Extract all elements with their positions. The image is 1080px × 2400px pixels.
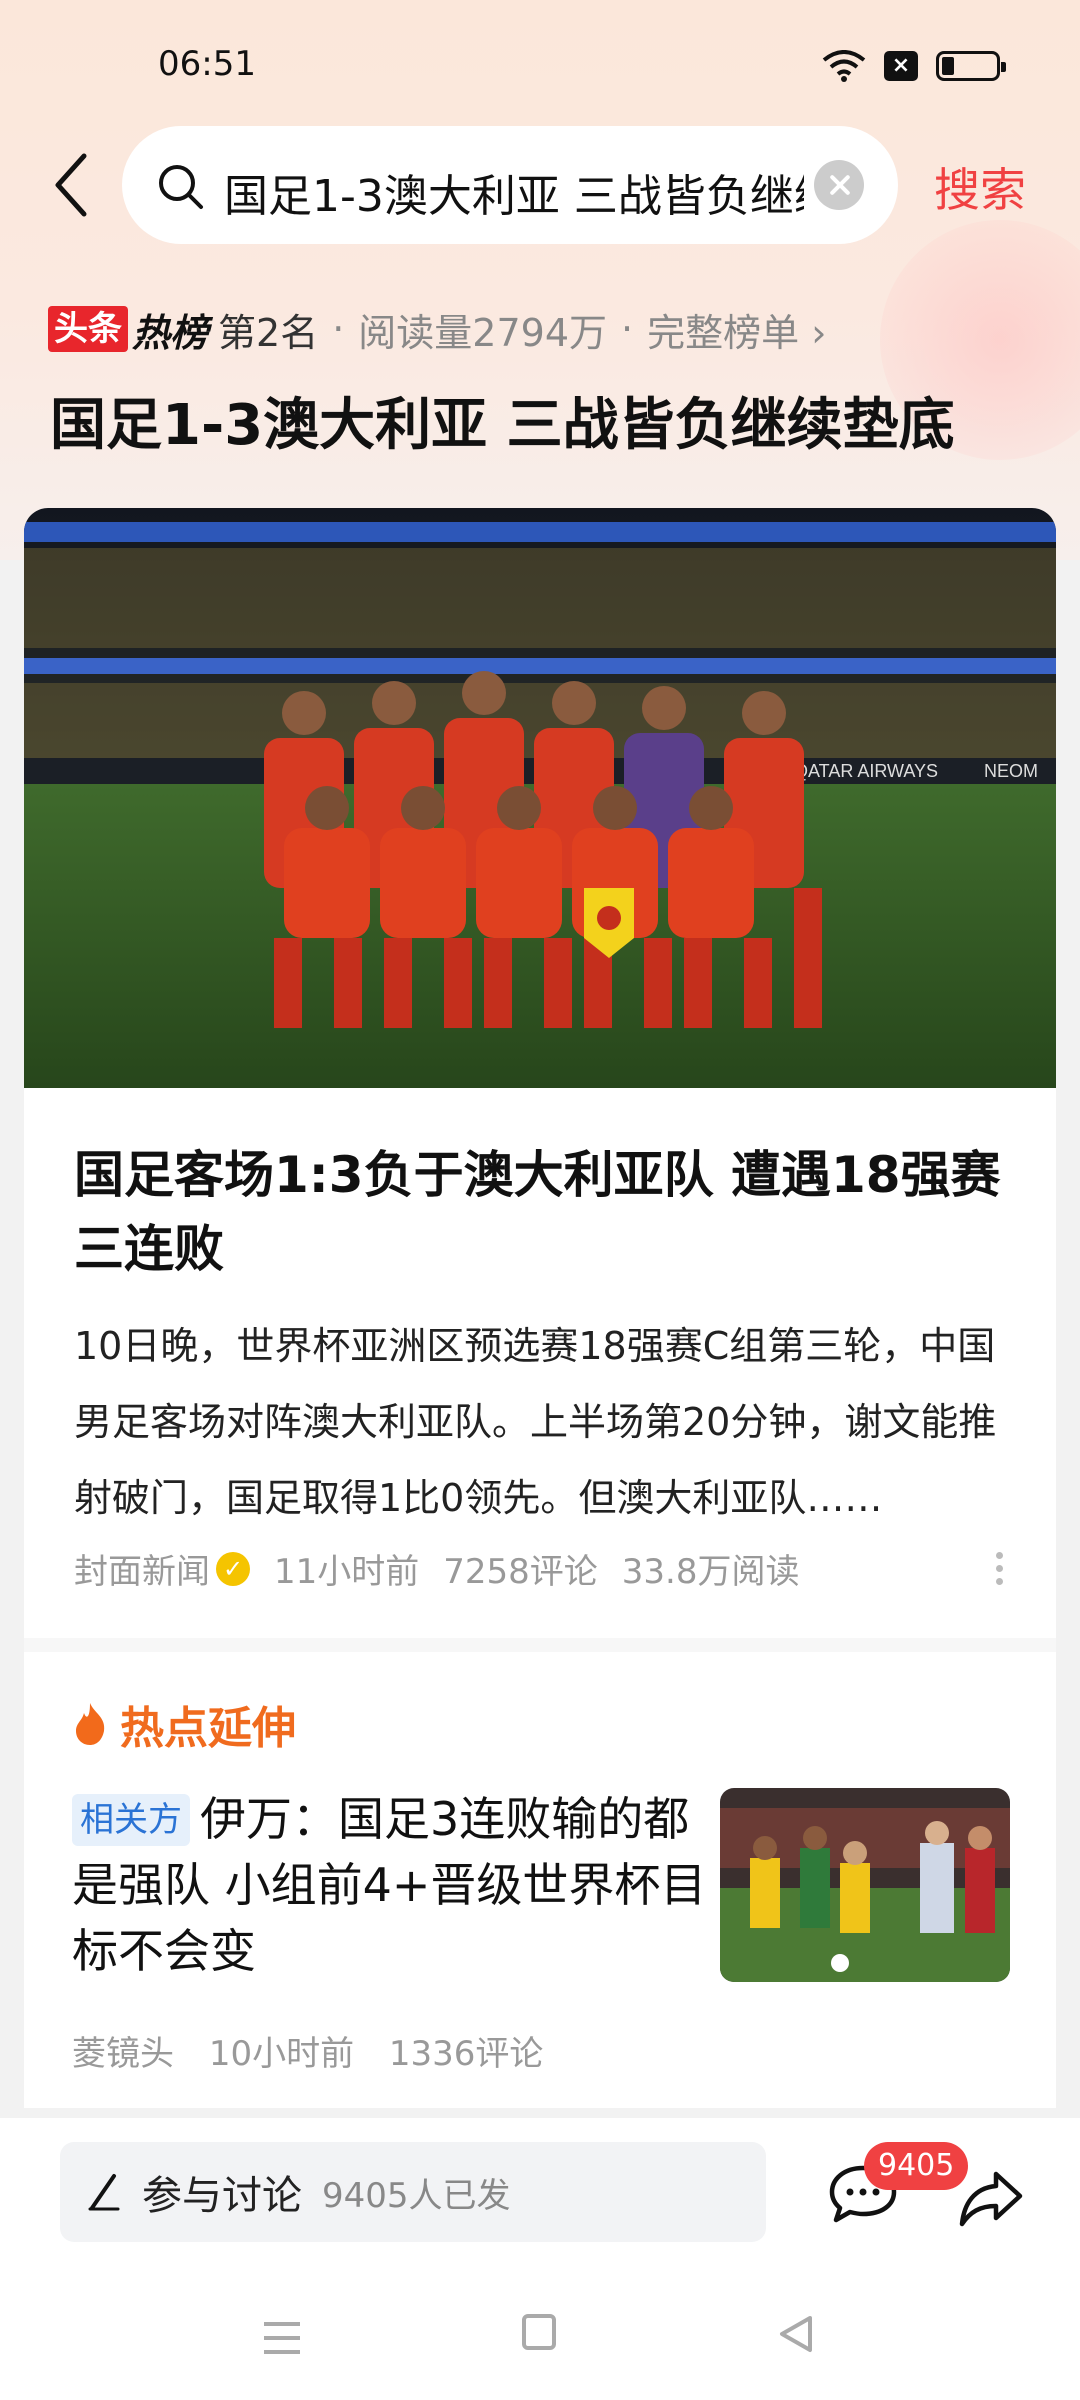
sim-off-icon: × <box>884 51 918 81</box>
hot-rank-row[interactable]: 头条 热榜 第2名 · 阅读量2794万 · 完整榜单 › <box>48 300 826 358</box>
team-photo[interactable]: QATAR AIRWAYS NEOM <box>24 508 1056 1088</box>
related-source[interactable]: 菱镜头 <box>72 2034 174 2074</box>
clear-search-icon[interactable] <box>814 160 864 210</box>
verified-icon: ✓ <box>216 1551 250 1586</box>
article-meta: 封面新闻 ✓ 11小时前 7258评论 33.8万阅读 <box>74 1544 824 1593</box>
separator-dot: · <box>332 307 345 351</box>
full-list-link[interactable]: 完整榜单 › <box>647 302 826 357</box>
article-time: 11小时前 <box>274 1552 420 1592</box>
menu-icon[interactable] <box>262 2320 302 2356</box>
search-query-text[interactable]: 国足1-3澳大利亚 三战皆负继续垫底 <box>224 160 804 224</box>
home-icon[interactable] <box>522 2314 556 2350</box>
related-article-meta: 菱镜头 10小时前 1336评论 <box>72 2026 567 2075</box>
wifi-icon <box>822 50 866 82</box>
comment-count-badge: 9405 <box>864 2142 969 2190</box>
system-navigation-bar <box>0 2200 1080 2400</box>
article-title[interactable]: 国足客场1:3负于澳大利亚队 遭遇18强赛三连败 <box>74 1138 1014 1286</box>
hot-extension-label: 热点延伸 <box>120 1703 296 1754</box>
flame-icon <box>76 1703 105 1745</box>
battery-icon <box>936 51 1006 81</box>
search-button[interactable]: 搜索 <box>934 154 1026 220</box>
search-icon <box>159 165 203 209</box>
section-divider <box>24 1638 1056 1652</box>
hot-extension-heading: 热点延伸 <box>72 1692 296 1756</box>
back-arrow-icon[interactable] <box>52 150 92 220</box>
toutiao-logo: 头条 <box>48 306 128 352</box>
banner-text: QATAR AIRWAYS <box>794 761 938 781</box>
article-summary[interactable]: 10日晚，世界杯亚洲区预选赛18强赛C组第三轮，中国男足客场对阵澳大利亚队。上半… <box>74 1308 1014 1536</box>
article-card[interactable]: QATAR AIRWAYS NEOM 国足客场1:3负于澳大利亚队 遭遇18强赛… <box>24 508 1056 2108</box>
rank-position: 第2名 <box>218 310 319 355</box>
related-tag: 相关方 <box>72 1794 190 1846</box>
banner-text: NEOM <box>984 761 1038 781</box>
related-article-title[interactable]: 相关方 伊万：国足3连败输的都是强队 小组前4+晋级世界杯目标不会变 <box>72 1786 712 1984</box>
separator-dot: · <box>621 307 634 351</box>
hot-list-logo: 热榜 <box>132 310 209 355</box>
article-source[interactable]: 封面新闻 <box>74 1544 210 1593</box>
more-options-icon[interactable] <box>996 1552 1006 1592</box>
related-comments: 1336评论 <box>388 2034 544 2074</box>
search-input[interactable]: 国足1-3澳大利亚 三战皆负继续垫底 <box>122 126 898 244</box>
hot-topic-headline[interactable]: 国足1-3澳大利亚 三战皆负继续垫底 <box>50 380 955 461</box>
status-time: 06:51 <box>158 44 256 84</box>
nav-back-icon[interactable] <box>776 2314 816 2354</box>
article-reads: 33.8万阅读 <box>621 1552 800 1592</box>
status-icons: × <box>822 50 1006 82</box>
article-comments: 7258评论 <box>443 1552 598 1592</box>
related-time: 10小时前 <box>208 2034 355 2074</box>
status-bar: 06:51 × <box>0 0 1080 120</box>
related-article-thumbnail[interactable] <box>720 1788 1010 1982</box>
read-count: 阅读量2794万 <box>358 310 608 355</box>
